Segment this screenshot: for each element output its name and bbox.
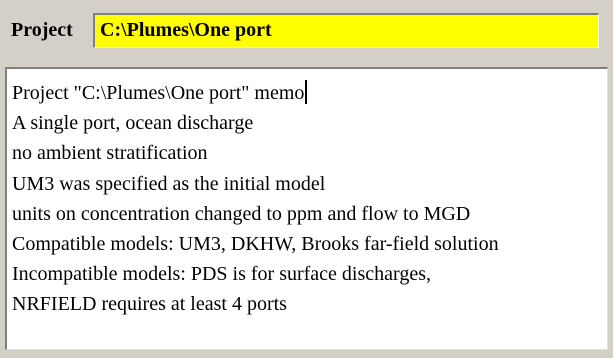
text-cursor bbox=[305, 80, 308, 104]
project-label: Project bbox=[11, 19, 73, 41]
memo-line: NRFIELD requires at least 4 ports bbox=[12, 293, 287, 316]
memo-line: UM3 was specified as the initial model bbox=[12, 172, 326, 195]
memo-line-text: Project "C:\Plumes\One port" memo bbox=[12, 82, 305, 104]
memo-line: Project "C:\Plumes\One port" memo bbox=[12, 78, 607, 108]
memo-line: units on concentration changed to ppm an… bbox=[12, 202, 471, 225]
memo-line: Compatible models: UM3, DKHW, Brooks far… bbox=[12, 232, 499, 255]
memo-line: Incompatible models: PDS is for surface … bbox=[12, 263, 431, 286]
project-memo-textarea[interactable]: Project "C:\Plumes\One port" memo A sing… bbox=[5, 67, 608, 350]
memo-line: no ambient stratification bbox=[12, 142, 208, 165]
project-window: Project C:\Plumes\One port Project "C:\P… bbox=[0, 0, 613, 358]
project-row: Project C:\Plumes\One port bbox=[0, 0, 613, 62]
project-path-field[interactable]: C:\Plumes\One port bbox=[93, 13, 599, 48]
memo-line: A single port, ocean discharge bbox=[12, 112, 254, 135]
